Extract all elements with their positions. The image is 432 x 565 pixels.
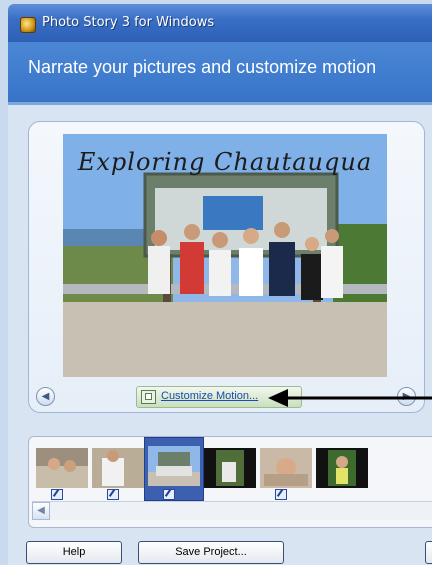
photo-story-icon (20, 17, 36, 33)
chevron-left-circle-icon[interactable]: ◀ (36, 387, 55, 406)
thumbnail-3[interactable] (148, 446, 200, 486)
customize-motion-label: Customize Motion... (161, 390, 259, 402)
title-bar: Photo Story 3 for Windows (8, 4, 432, 42)
page-title: Narrate your pictures and customize moti… (28, 57, 377, 77)
save-project-button[interactable]: Save Project... (138, 541, 284, 564)
thumbnail-6[interactable] (316, 448, 368, 488)
edit-icon[interactable] (163, 489, 175, 500)
photo-caption: Exploring Chautauqua (77, 148, 373, 176)
edit-icon[interactable] (107, 489, 119, 500)
thumbnail-2[interactable] (92, 448, 144, 488)
thumbnail-1[interactable] (36, 448, 88, 488)
thumbnail-4[interactable] (204, 448, 256, 488)
scroll-left-icon[interactable]: ◀ (32, 502, 50, 520)
edit-icon[interactable] (275, 489, 287, 500)
filmstrip-scrollbar[interactable] (32, 501, 432, 520)
motion-icon (141, 390, 156, 404)
wizard-header: Narrate your pictures and customize moti… (8, 42, 432, 105)
edit-icon[interactable] (51, 489, 63, 500)
next-button-partial[interactable] (425, 541, 432, 564)
annotation-arrow (268, 389, 432, 407)
help-button[interactable]: Help (26, 541, 122, 564)
thumbnail-5[interactable] (260, 448, 312, 488)
photo-preview: Exploring Chautauqua (63, 134, 387, 377)
window-title: Photo Story 3 for Windows (42, 15, 215, 30)
